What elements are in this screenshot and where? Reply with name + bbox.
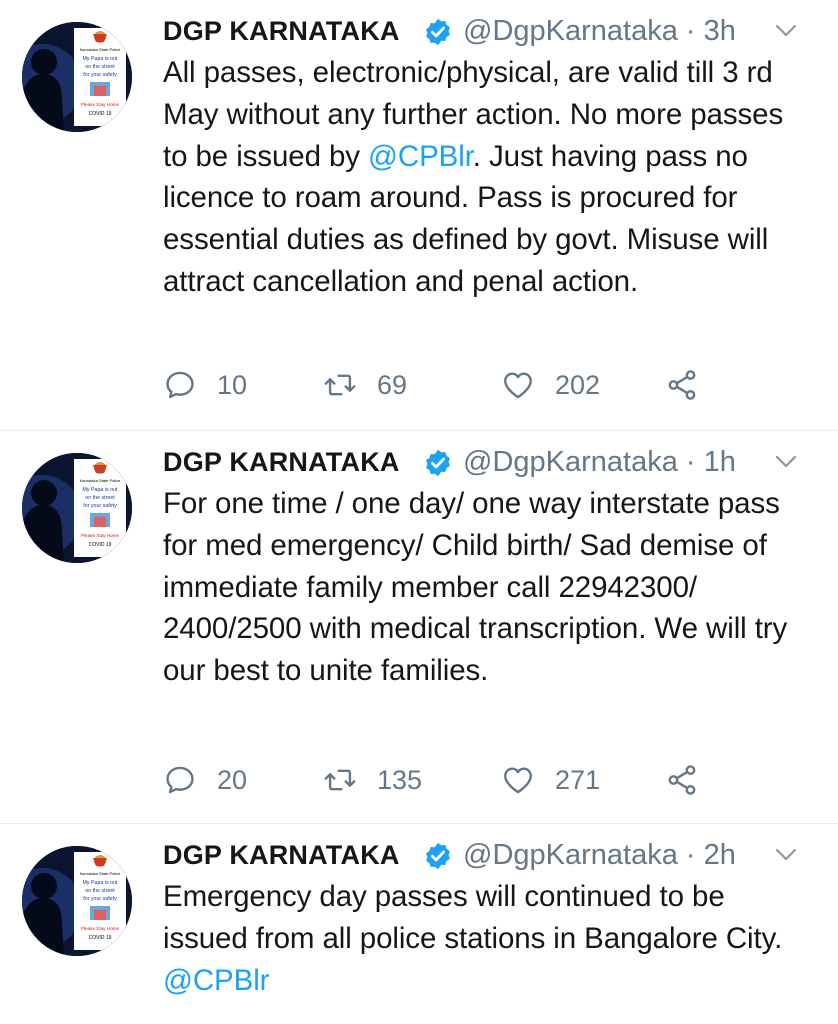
reply-count: 10	[217, 369, 248, 400]
tweet-text: All passes, electronic/physical, are val…	[163, 52, 803, 303]
retweet-count: 135	[377, 764, 423, 795]
like-button[interactable]: 202	[501, 365, 600, 405]
retweet-button[interactable]: 69	[323, 365, 407, 405]
tweet[interactable]: Karnataka State Police My Papa is out on…	[0, 824, 838, 1024]
tweet-actions: 10 69 202	[163, 365, 723, 405]
avatar-line2: on the street	[85, 64, 115, 70]
retweet-button[interactable]: 135	[323, 760, 422, 800]
author-name[interactable]: DGP KARNATAKA	[163, 447, 400, 478]
avatar-stay: Please Stay Home	[81, 533, 119, 538]
avatar-line2: on the street	[85, 888, 115, 894]
verified-icon	[426, 842, 450, 870]
verified-icon	[426, 449, 450, 477]
chevron-down-icon[interactable]	[775, 23, 797, 39]
author-name[interactable]: DGP KARNATAKA	[163, 840, 400, 871]
like-count: 271	[555, 764, 601, 795]
tweet-text: Emergency day passes will continued to b…	[163, 876, 803, 1001]
author-name[interactable]: DGP KARNATAKA	[163, 16, 400, 47]
reply-count: 20	[217, 764, 248, 795]
share-button[interactable]	[665, 760, 699, 800]
chevron-down-icon[interactable]	[775, 847, 797, 863]
share-button[interactable]	[665, 365, 699, 405]
tweet[interactable]: Karnataka State Police My Papa is out on…	[0, 0, 838, 430]
avatar-covid: COVID 19	[89, 111, 112, 117]
share-icon	[668, 370, 696, 400]
avatar-line1: My Papa is out	[82, 56, 118, 62]
retweet-count: 69	[377, 369, 408, 400]
avatar-line3: for your safety	[83, 503, 117, 509]
mention-link[interactable]: @CPBlr	[368, 140, 473, 173]
tweet-text-part: Emergency day passes will continued to b…	[163, 880, 783, 955]
avatar-stay: Please Stay Home	[81, 926, 119, 931]
like-icon	[504, 372, 532, 399]
mention-link[interactable]: @CPBlr	[163, 964, 269, 997]
share-icon	[668, 765, 696, 795]
like-count: 202	[555, 369, 601, 400]
avatar-line1: My Papa is out	[82, 487, 118, 493]
avatar-org: Karnataka State Police	[80, 47, 121, 52]
avatar-line2: on the street	[85, 495, 115, 501]
chevron-down-icon[interactable]	[775, 454, 797, 470]
handle-time[interactable]: @DgpKarnataka · 1h	[463, 446, 736, 479]
avatar-line3: for your safety	[83, 896, 117, 902]
like-icon	[504, 767, 532, 794]
like-button[interactable]: 271	[501, 760, 600, 800]
avatar-covid: COVID 19	[89, 542, 112, 548]
tweet-text: For one time / one day/ one way intersta…	[163, 487, 788, 688]
verified-icon	[426, 18, 450, 46]
reply-button[interactable]: 20	[163, 760, 247, 800]
avatar-org: Karnataka State Police	[80, 478, 121, 483]
avatar-covid: COVID 19	[89, 935, 112, 941]
avatar-line1: My Papa is out	[82, 880, 118, 886]
reply-icon	[166, 766, 194, 794]
avatar[interactable]: Karnataka State Police My Papa is out on…	[22, 22, 132, 132]
reply-icon	[166, 371, 194, 399]
retweet-icon	[324, 374, 356, 396]
avatar-org: Karnataka State Police	[80, 871, 121, 876]
avatar-stay: Please Stay Home	[81, 102, 119, 107]
tweet[interactable]: Karnataka State Police My Papa is out on…	[0, 431, 838, 823]
handle-time[interactable]: @DgpKarnataka · 3h	[463, 15, 736, 48]
avatar-line3: for your safety	[83, 72, 117, 78]
reply-button[interactable]: 10	[163, 365, 247, 405]
avatar[interactable]: Karnataka State Police My Papa is out on…	[22, 453, 132, 563]
retweet-icon	[324, 769, 356, 791]
handle-time[interactable]: @DgpKarnataka · 2h	[463, 839, 736, 872]
tweet-actions: 20 135 271	[163, 760, 723, 800]
avatar[interactable]: Karnataka State Police My Papa is out on…	[22, 846, 132, 956]
